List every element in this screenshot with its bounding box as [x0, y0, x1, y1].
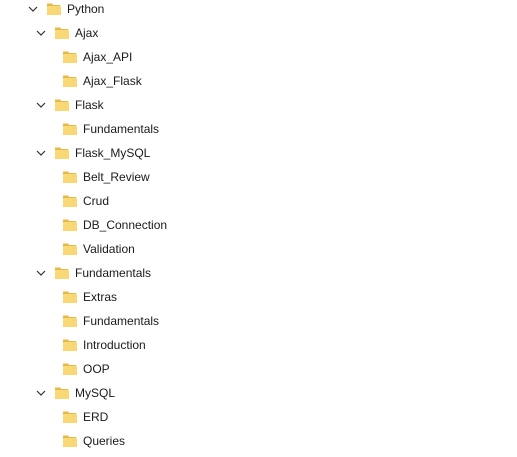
folder-icon — [62, 361, 78, 377]
tree-item-label: Ajax — [75, 26, 99, 40]
folder-icon — [54, 265, 70, 281]
tree-item-label: Extras — [83, 290, 118, 304]
tree-item-label: Introduction — [83, 338, 146, 352]
tree-item-fundamentals-introduction[interactable]: Introduction — [0, 333, 517, 357]
tree-item-flask-mysql-validation[interactable]: Validation — [0, 237, 517, 261]
chevron-down-icon[interactable] — [36, 100, 46, 110]
chevron-down-icon[interactable] — [36, 28, 46, 38]
tree-item-label: Queries — [83, 434, 126, 448]
folder-icon — [62, 337, 78, 353]
tree-item-label: OOP — [83, 362, 110, 376]
folder-icon — [62, 409, 78, 425]
folder-icon — [54, 97, 70, 113]
tree-item-fundamentals-extras[interactable]: Extras — [0, 285, 517, 309]
tree-item-label: Fundamentals — [75, 266, 152, 280]
chevron-down-icon[interactable] — [36, 268, 46, 278]
tree-item-label: Python — [67, 2, 105, 16]
tree-item-python[interactable]: Python — [0, 0, 517, 21]
folder-tree: Python Ajax Ajax_API Ajax_Flask Flask Fundame… — [0, 0, 517, 457]
tree-item-flask-fundamentals[interactable]: Fundamentals — [0, 117, 517, 141]
tree-item-label: Ajax_Flask — [83, 74, 142, 88]
tree-item-label: DB_Connection — [83, 218, 168, 232]
folder-icon — [62, 313, 78, 329]
tree-item-flask[interactable]: Flask — [0, 93, 517, 117]
tree-item-fundamentals-oop[interactable]: OOP — [0, 357, 517, 381]
folder-icon — [62, 193, 78, 209]
folder-icon — [62, 121, 78, 137]
tree-item-label: Fundamentals — [83, 122, 160, 136]
folder-icon — [62, 49, 78, 65]
tree-item-label: Ajax_API — [83, 50, 133, 64]
tree-item-flask-mysql[interactable]: Flask_MySQL — [0, 141, 517, 165]
chevron-down-icon[interactable] — [36, 388, 46, 398]
tree-item-ajax-ajax-flask[interactable]: Ajax_Flask — [0, 69, 517, 93]
tree-item-label: ERD — [83, 410, 109, 424]
tree-item-flask-mysql-db-connection[interactable]: DB_Connection — [0, 213, 517, 237]
chevron-down-icon[interactable] — [36, 148, 46, 158]
tree-item-label: Flask_MySQL — [75, 146, 151, 160]
tree-item-label: Crud — [83, 194, 110, 208]
tree-item-mysql-erd[interactable]: ERD — [0, 405, 517, 429]
tree-item-ajax-ajax-api[interactable]: Ajax_API — [0, 45, 517, 69]
folder-icon — [62, 217, 78, 233]
tree-item-mysql-queries[interactable]: Queries — [0, 429, 517, 453]
folder-icon — [62, 73, 78, 89]
folder-icon — [62, 241, 78, 257]
tree-item-label: MySQL — [75, 386, 116, 400]
tree-item-label: Belt_Review — [83, 170, 150, 184]
tree-item-ajax[interactable]: Ajax — [0, 21, 517, 45]
folder-icon — [54, 145, 70, 161]
folder-icon — [62, 169, 78, 185]
folder-icon — [62, 289, 78, 305]
tree-item-label: Fundamentals — [83, 314, 160, 328]
tree-item-flask-mysql-crud[interactable]: Crud — [0, 189, 517, 213]
tree-item-label: Flask — [75, 98, 104, 112]
folder-icon — [54, 385, 70, 401]
folder-icon — [46, 1, 62, 17]
folder-icon — [62, 433, 78, 449]
chevron-down-icon[interactable] — [28, 4, 38, 14]
tree-item-fundamentals[interactable]: Fundamentals — [0, 261, 517, 285]
tree-item-label: Validation — [83, 242, 135, 256]
tree-item-mysql[interactable]: MySQL — [0, 381, 517, 405]
tree-item-fundamentals-fundamentals[interactable]: Fundamentals — [0, 309, 517, 333]
tree-item-flask-mysql-belt-review[interactable]: Belt_Review — [0, 165, 517, 189]
folder-icon — [54, 25, 70, 41]
